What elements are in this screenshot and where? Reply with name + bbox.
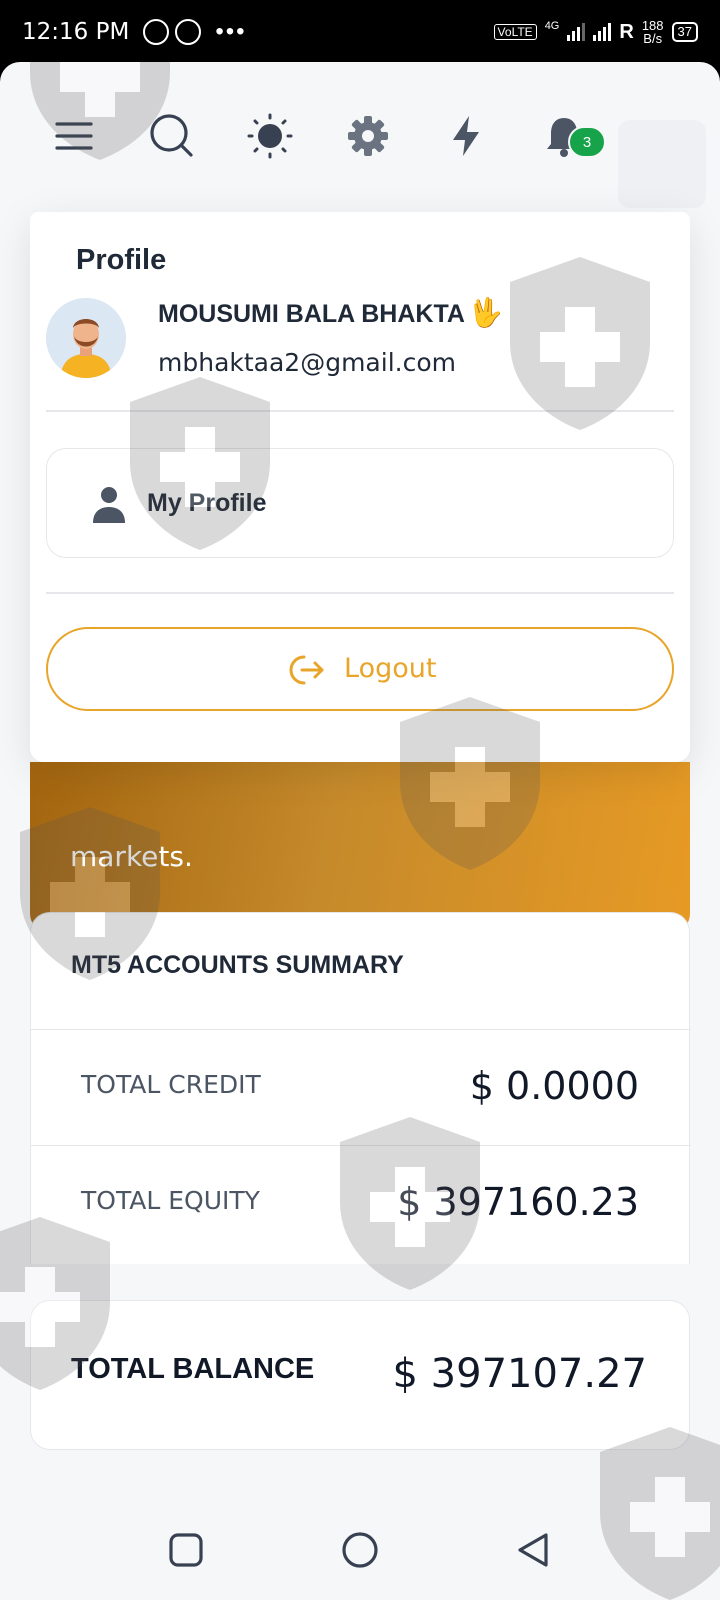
my-profile-label: My Profile — [147, 489, 267, 517]
status-indicators: VoLTE 4G R 188 B/s 37 — [493, 19, 698, 45]
network-type: 4G — [544, 20, 560, 32]
welcome-banner: markets. — [30, 762, 690, 932]
theme-toggle-icon[interactable] — [246, 112, 294, 160]
network-speed: 188 B/s — [642, 19, 664, 45]
summary-row-total-credit: TOTAL CREDIT $ 0.0000 — [31, 1029, 691, 1145]
my-profile-button[interactable]: My Profile — [46, 448, 674, 558]
system-navigation-bar — [0, 1500, 720, 1600]
summary-row-label: TOTAL EQUITY — [81, 1186, 260, 1215]
status-notification-icons: ••• — [143, 18, 246, 46]
user-icon — [91, 485, 127, 530]
dropdown-title: Profile — [76, 244, 167, 276]
logout-label: Logout — [344, 653, 437, 684]
status-time: 12:16 PM — [22, 19, 130, 45]
profile-dropdown: Profile MOUSUMI BALA BHAKTA 🖖 mbhaktaa2@… — [30, 212, 690, 762]
banner-text: markets. — [70, 840, 193, 873]
summary-row-value: $ 397160.23 — [397, 1180, 639, 1224]
app-screen: 3 markets. MT5 ACCOUNTS SUMMARY TOTAL CR… — [0, 62, 720, 1600]
signal-icon-2 — [593, 23, 612, 41]
vulcan-salute-icon: 🖖 — [468, 297, 503, 328]
user-name: MOUSUMI BALA BHAKTA — [158, 300, 465, 328]
menu-icon[interactable] — [50, 112, 98, 160]
mt5-summary-card: MT5 ACCOUNTS SUMMARY TOTAL CREDIT $ 0.00… — [30, 912, 691, 1264]
avatar — [46, 298, 126, 378]
back-button[interactable] — [514, 1530, 554, 1570]
search-icon[interactable] — [148, 112, 196, 160]
total-balance-card: TOTAL BALANCE $ 397107.27 — [30, 1300, 690, 1450]
volte-indicator: VoLTE — [493, 24, 537, 40]
logout-button[interactable]: Logout — [46, 627, 674, 711]
divider — [46, 592, 674, 594]
summary-title: MT5 ACCOUNTS SUMMARY — [71, 951, 404, 979]
user-email: mbhaktaa2@gmail.com — [158, 348, 456, 377]
status-bar: 12:16 PM ••• VoLTE 4G R 188 B/s 37 — [0, 0, 720, 64]
signal-icon-1 — [567, 23, 586, 41]
settings-icon[interactable] — [344, 112, 392, 160]
notification-badge: 3 — [568, 126, 606, 158]
summary-row-label: TOTAL CREDIT — [81, 1070, 261, 1099]
top-toolbar: 3 — [0, 90, 720, 208]
battery-icon: 37 — [671, 22, 698, 42]
total-balance-label: TOTAL BALANCE — [71, 1353, 315, 1385]
summary-row-value: $ 0.0000 — [469, 1064, 639, 1108]
speed-unit: B/s — [643, 31, 663, 46]
roaming-indicator: R — [619, 20, 634, 43]
recent-apps-button[interactable] — [166, 1530, 206, 1570]
home-button[interactable] — [340, 1530, 380, 1570]
user-avatar-button[interactable] — [618, 120, 706, 208]
total-balance-value: $ 397107.27 — [392, 1351, 647, 1397]
whatsapp-business-icon — [175, 19, 202, 45]
more-notifications-icon: ••• — [215, 18, 247, 45]
summary-row-total-equity: TOTAL EQUITY $ 397160.23 — [31, 1145, 691, 1261]
quick-actions-icon[interactable] — [442, 112, 490, 160]
logout-icon — [288, 653, 326, 692]
whatsapp-icon — [143, 19, 170, 45]
divider — [46, 410, 674, 412]
